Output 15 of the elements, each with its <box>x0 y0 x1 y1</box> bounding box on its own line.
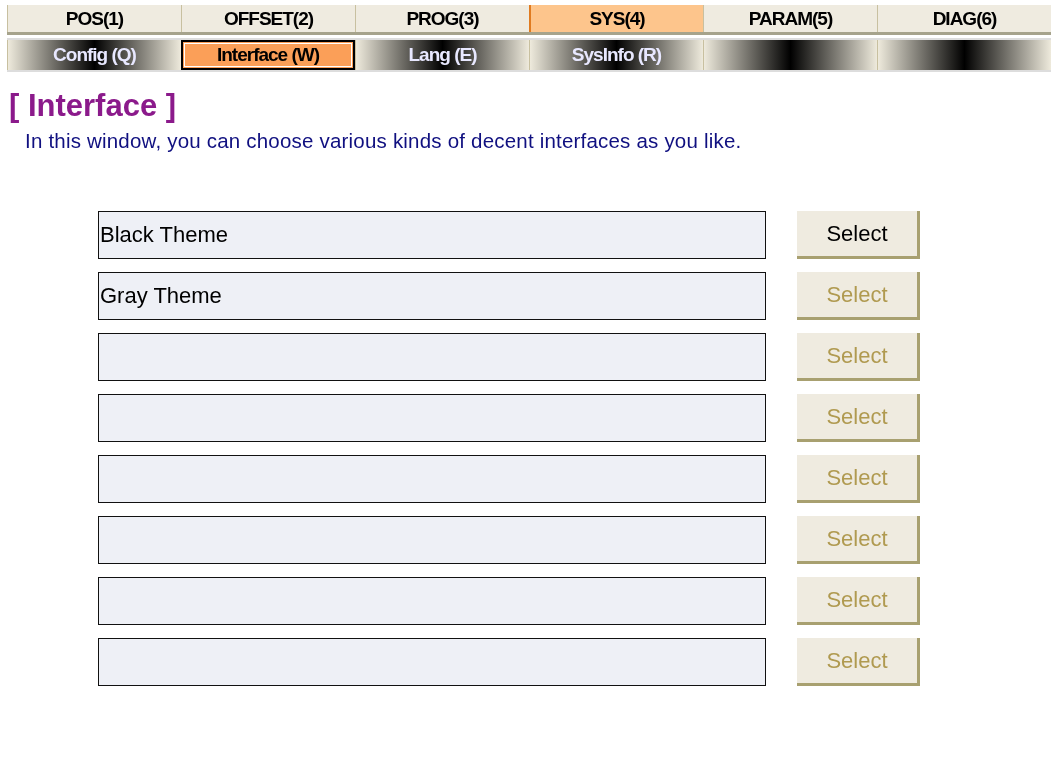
tab[interactable]: OFFSET(2) <box>181 5 355 32</box>
subtab[interactable]: Interface (W) <box>181 40 355 70</box>
tab[interactable]: SYS(4) <box>529 5 703 32</box>
subtab[interactable]: Config (Q) <box>7 40 181 70</box>
select-button[interactable]: Select <box>797 211 920 259</box>
tab[interactable]: POS(1) <box>7 5 181 32</box>
theme-field: Gray Theme <box>98 272 766 320</box>
page-title: [ Interface ] <box>9 88 178 124</box>
tab[interactable]: DIAG(6) <box>877 5 1051 32</box>
description-text: In this window, you can choose various kinds of decent interfaces as you like. <box>25 129 743 153</box>
theme-field: Black Theme <box>98 211 766 259</box>
tab[interactable]: PROG(3) <box>355 5 529 32</box>
subtab[interactable]: Lang (E) <box>355 40 529 70</box>
tab[interactable]: PARAM(5) <box>703 5 877 32</box>
subtab[interactable]: SysInfo (R) <box>529 40 703 70</box>
